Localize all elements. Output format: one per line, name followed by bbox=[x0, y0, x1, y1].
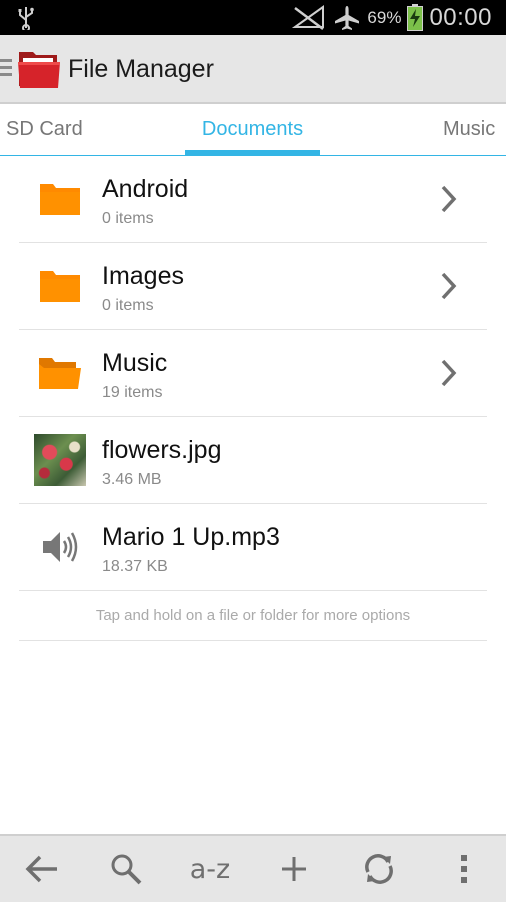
status-bar: 69% 00:00 bbox=[0, 0, 506, 35]
battery-charging-icon bbox=[407, 4, 424, 31]
image-thumbnail bbox=[34, 417, 86, 503]
menu-icon[interactable] bbox=[0, 59, 12, 80]
add-button[interactable] bbox=[252, 836, 336, 902]
speaker-icon bbox=[36, 504, 84, 590]
app-title: File Manager bbox=[68, 55, 214, 83]
add-icon bbox=[282, 857, 306, 881]
tab-documents[interactable]: Documents bbox=[185, 118, 320, 141]
overflow-menu-icon bbox=[461, 855, 467, 883]
usb-icon bbox=[18, 7, 34, 30]
item-detail: 0 items bbox=[102, 210, 154, 227]
search-icon bbox=[111, 854, 142, 885]
item-detail: 0 items bbox=[102, 297, 154, 314]
item-detail: 18.37 KB bbox=[102, 558, 168, 575]
list-item-android[interactable]: Android 0 items bbox=[19, 156, 487, 243]
sort-az-icon: a-z bbox=[189, 853, 231, 885]
no-signal-icon bbox=[292, 4, 325, 30]
app-logo-folder-icon[interactable] bbox=[17, 46, 61, 90]
battery-percent: 69% bbox=[367, 7, 402, 27]
hint-text: Tap and hold on a file or folder for mor… bbox=[19, 591, 487, 641]
list-item-images[interactable]: Images 0 items bbox=[19, 243, 487, 330]
selected-tab-indicator bbox=[185, 150, 320, 155]
airplane-icon bbox=[335, 5, 360, 30]
chevron-right-icon bbox=[441, 272, 457, 300]
list-item-music[interactable]: Music 19 items bbox=[19, 330, 487, 417]
item-name: Mario 1 Up.mp3 bbox=[102, 523, 280, 551]
sort-button[interactable]: a-z bbox=[168, 836, 252, 902]
item-name: Music bbox=[102, 349, 168, 377]
tab-music[interactable]: Music bbox=[443, 118, 495, 141]
chevron-right-icon bbox=[441, 185, 457, 213]
bottom-toolbar: a-z bbox=[0, 834, 506, 902]
item-name: Images bbox=[102, 262, 184, 290]
refresh-button[interactable] bbox=[337, 836, 421, 902]
back-arrow-icon bbox=[25, 855, 57, 883]
item-name: Android bbox=[102, 175, 189, 203]
item-detail: 19 items bbox=[102, 384, 163, 401]
folder-icon bbox=[36, 243, 84, 329]
list-item-mario[interactable]: Mario 1 Up.mp3 18.37 KB bbox=[19, 504, 487, 591]
folder-icon bbox=[36, 156, 84, 242]
chevron-right-icon bbox=[441, 359, 457, 387]
folder-open-icon bbox=[36, 330, 84, 416]
file-list: Android 0 items Images 0 items Music 19 … bbox=[19, 156, 487, 641]
back-button[interactable] bbox=[0, 836, 84, 902]
tab-bar: SD Card Documents Music bbox=[0, 104, 506, 156]
tab-sd-card[interactable]: SD Card bbox=[6, 118, 83, 141]
search-button[interactable] bbox=[84, 836, 168, 902]
overflow-menu-button[interactable] bbox=[422, 836, 506, 902]
item-detail: 3.46 MB bbox=[102, 471, 162, 488]
item-name: flowers.jpg bbox=[102, 436, 222, 464]
list-item-flowers[interactable]: flowers.jpg 3.46 MB bbox=[19, 417, 487, 504]
clock: 00:00 bbox=[429, 3, 492, 31]
action-bar: File Manager bbox=[0, 35, 506, 104]
refresh-icon bbox=[365, 854, 393, 884]
